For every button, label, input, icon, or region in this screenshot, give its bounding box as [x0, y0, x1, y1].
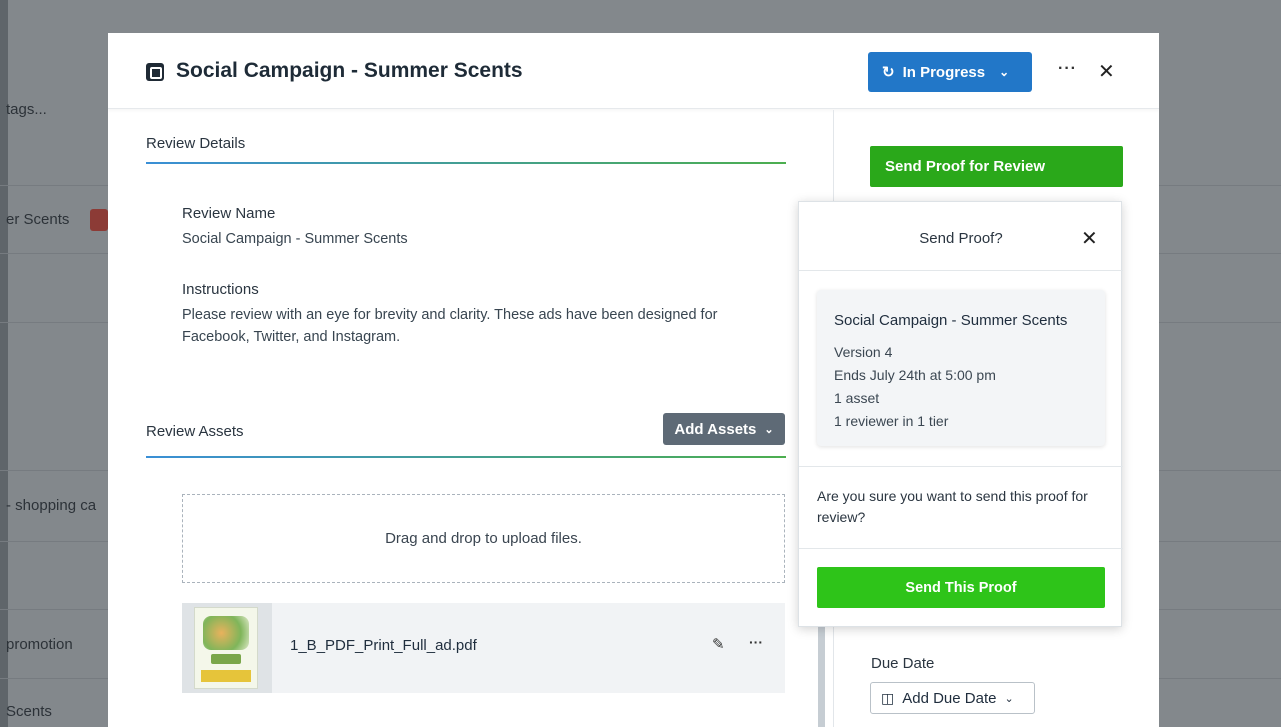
file-dropzone[interactable]: Drag and drop to upload files.	[182, 494, 785, 583]
chevron-down-icon: ⌄	[1004, 692, 1014, 705]
progress-icon: ↻	[882, 64, 895, 81]
scroll-track[interactable]	[818, 623, 825, 727]
proof-summary-card: Social Campaign - Summer Scents Version …	[817, 290, 1105, 446]
background-row-text: - shopping ca	[6, 497, 97, 514]
send-proof-for-review-button[interactable]: Send Proof for Review	[870, 146, 1123, 187]
asset-more-button[interactable]: ···	[749, 634, 763, 650]
review-details-heading: Review Details	[146, 135, 246, 152]
modal-title: Social Campaign - Summer Scents	[176, 59, 523, 82]
summary-reviewers: 1 reviewer in 1 tier	[834, 413, 949, 429]
status-label: In Progress	[902, 63, 986, 81]
instructions-label: Instructions	[182, 281, 259, 298]
asset-file-name: 1_B_PDF_Print_Full_ad.pdf	[290, 637, 477, 654]
send-this-proof-button[interactable]: Send This Proof	[817, 567, 1105, 608]
thumbnail-image	[194, 607, 258, 689]
section-divider	[146, 162, 786, 164]
popover-divider	[799, 548, 1123, 549]
more-options-button[interactable]: ···	[1058, 60, 1077, 78]
chevron-down-icon: ⌄	[764, 423, 774, 436]
asset-thumbnail	[182, 603, 272, 693]
background-row-text: promotion	[6, 636, 73, 653]
add-due-date-label: Add Due Date	[902, 689, 997, 707]
dropzone-text: Drag and drop to upload files.	[385, 530, 582, 547]
background-row-text: er Scents	[6, 211, 70, 228]
summary-version: Version 4	[834, 344, 893, 360]
asset-row[interactable]: 1_B_PDF_Print_Full_ad.pdf ✎ ···	[182, 603, 785, 693]
add-assets-button[interactable]: Add Assets ⌄	[663, 413, 785, 445]
summary-end-date: Ends July 24th at 5:00 pm	[834, 367, 996, 383]
add-assets-label: Add Assets	[674, 420, 757, 438]
status-dropdown-button[interactable]: ↻ In Progress ⌄	[868, 52, 1032, 92]
review-assets-heading: Review Assets	[146, 423, 244, 440]
background-row-text: tags...	[6, 101, 47, 118]
close-popover-button[interactable]: ✕	[1081, 226, 1098, 251]
section-divider	[146, 456, 786, 458]
add-due-date-button[interactable]: ◫ Add Due Date ⌄	[870, 682, 1035, 714]
popover-title: Send Proof?	[919, 230, 1003, 247]
thumbnail-art	[203, 616, 249, 650]
due-date-label: Due Date	[871, 655, 935, 672]
thumbnail-art	[211, 654, 241, 664]
confirm-message: Are you sure you want to send this proof…	[817, 488, 1088, 525]
review-name-label: Review Name	[182, 205, 276, 222]
calendar-icon: ◫	[881, 689, 895, 706]
modal-header: Social Campaign - Summer Scents ↻ In Pro…	[108, 33, 1159, 109]
instructions-value: Please review with an eye for brevity an…	[182, 307, 718, 345]
popover-divider	[799, 466, 1123, 467]
summary-title: Social Campaign - Summer Scents	[834, 312, 1068, 329]
review-name-value: Social Campaign - Summer Scents	[182, 231, 408, 247]
summary-asset-count: 1 asset	[834, 390, 880, 406]
background-badge	[90, 209, 108, 231]
background-row-text: Scents	[6, 703, 52, 720]
thumbnail-art	[201, 670, 251, 682]
edit-icon[interactable]: ✎	[712, 635, 725, 653]
popover-divider	[799, 270, 1123, 271]
chevron-down-icon: ⌄	[999, 65, 1010, 79]
close-modal-button[interactable]: ✕	[1098, 59, 1115, 84]
send-proof-popover: Send Proof? ✕ Social Campaign - Summer S…	[798, 201, 1123, 627]
proof-icon	[146, 63, 164, 81]
